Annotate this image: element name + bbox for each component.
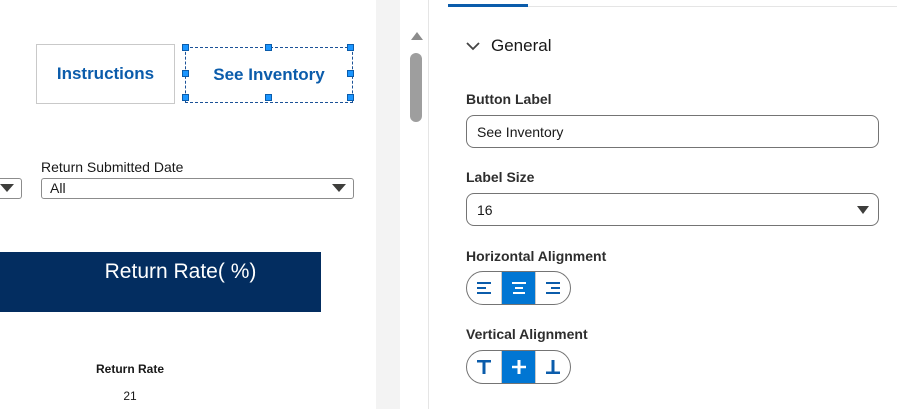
align-top-icon bbox=[476, 360, 491, 374]
resize-handle-bottom-left[interactable] bbox=[182, 94, 189, 101]
resize-handle-top[interactable] bbox=[265, 44, 272, 51]
label-size-select[interactable]: 16 bbox=[466, 193, 879, 226]
resize-handle-bottom-right[interactable] bbox=[347, 94, 354, 101]
chevron-down-icon bbox=[857, 206, 869, 214]
button-label-input[interactable]: See Inventory bbox=[466, 115, 879, 148]
align-right-icon bbox=[546, 282, 561, 294]
resize-handle-top-left[interactable] bbox=[182, 44, 189, 51]
metric-label: Return Rate bbox=[95, 362, 164, 376]
vertical-alignment-heading: Vertical Alignment bbox=[466, 326, 588, 342]
dashboard-canvas: Instructions See Inventory Return Submit… bbox=[0, 0, 376, 409]
select-value: 16 bbox=[477, 201, 493, 218]
align-left-button[interactable] bbox=[467, 272, 502, 304]
align-middle-icon bbox=[511, 360, 526, 374]
tab-bar-line bbox=[528, 6, 897, 7]
align-center-icon bbox=[511, 282, 526, 294]
properties-panel: General Button Label See Inventory Label… bbox=[429, 0, 897, 409]
return-rate-banner: Return Rate( %) bbox=[0, 252, 321, 312]
chevron-down-icon bbox=[0, 184, 14, 192]
resize-handle-left[interactable] bbox=[182, 70, 189, 77]
resize-handle-top-right[interactable] bbox=[347, 44, 354, 51]
return-date-select[interactable]: All bbox=[41, 178, 354, 199]
vertical-alignment-group bbox=[466, 350, 571, 384]
resize-handle-right[interactable] bbox=[347, 70, 354, 77]
select-value: All bbox=[50, 180, 66, 196]
chevron-down-icon bbox=[466, 42, 480, 51]
align-center-button[interactable] bbox=[501, 272, 537, 304]
scroll-up-icon[interactable] bbox=[411, 32, 423, 40]
horizontal-alignment-heading: Horizontal Alignment bbox=[466, 248, 607, 264]
button-label-heading: Button Label bbox=[466, 91, 552, 107]
resize-handle-bottom[interactable] bbox=[265, 94, 272, 101]
chevron-down-icon bbox=[332, 184, 346, 192]
align-bottom-icon bbox=[546, 360, 561, 374]
section-title: General bbox=[491, 36, 552, 55]
metric-value: 21 bbox=[123, 389, 137, 403]
align-top-button[interactable] bbox=[467, 351, 502, 383]
filter-label: Return Submitted Date bbox=[41, 159, 184, 175]
label-size-heading: Label Size bbox=[466, 169, 535, 185]
input-value: See Inventory bbox=[477, 123, 564, 140]
canvas-gutter bbox=[376, 0, 400, 409]
active-tab-indicator bbox=[448, 4, 528, 7]
align-right-button[interactable] bbox=[536, 272, 570, 304]
align-middle-button[interactable] bbox=[501, 351, 537, 383]
horizontal-alignment-group bbox=[466, 271, 571, 305]
instructions-button[interactable]: Instructions bbox=[36, 44, 175, 104]
scrollbar-thumb[interactable] bbox=[410, 53, 422, 122]
general-section-toggle[interactable]: General bbox=[465, 36, 551, 56]
align-bottom-button[interactable] bbox=[536, 351, 570, 383]
align-left-icon bbox=[476, 282, 491, 294]
